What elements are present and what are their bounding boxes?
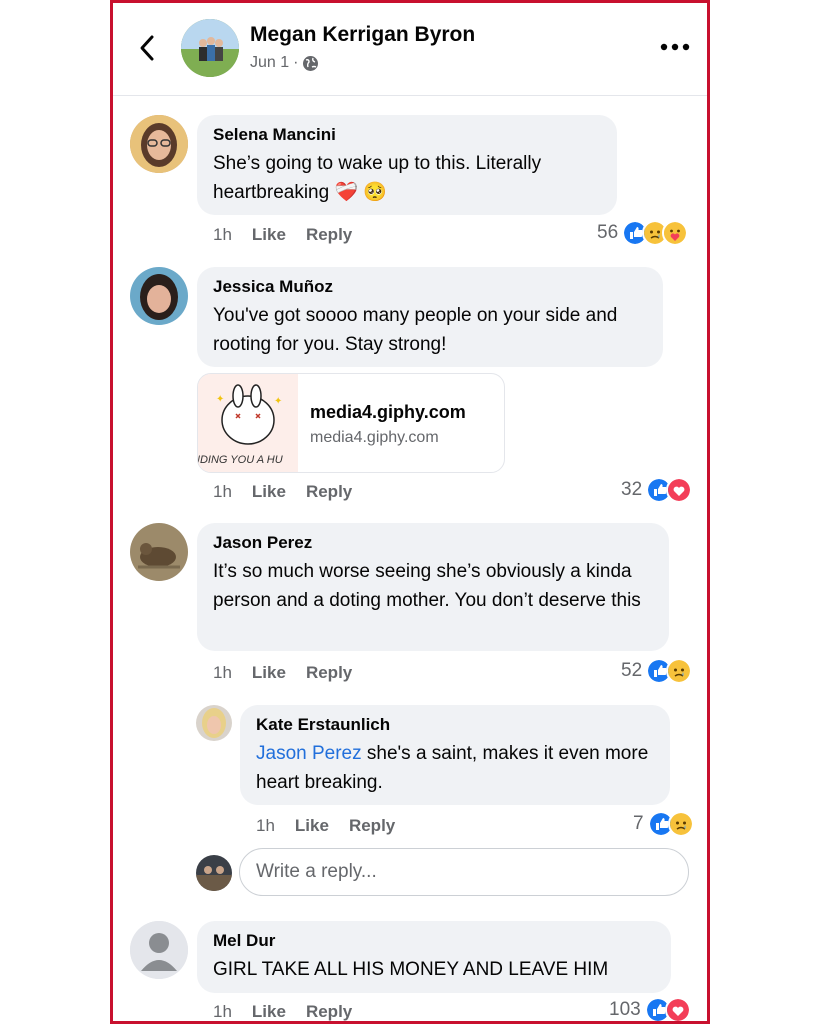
reaction-summary[interactable]: 7 <box>633 811 694 837</box>
post-meta: Jun 1 · <box>250 54 319 72</box>
reaction-count: 7 <box>633 813 644 834</box>
screenshot-frame: Megan Kerrigan Byron Jun 1 · Selena Manc… <box>110 0 710 1024</box>
comment-actions: 1h Like Reply <box>213 482 352 502</box>
comment-text: It’s so much worse seeing she’s obviousl… <box>213 561 641 611</box>
like-button[interactable]: Like <box>252 225 286 245</box>
comment-author[interactable]: Mel Dur <box>213 931 655 951</box>
reply-input[interactable]: Write a reply... <box>239 848 689 896</box>
gif-thumbnail: ✦ ✦ NDING YOU A HU <box>198 374 298 472</box>
comment-time[interactable]: 1h <box>213 482 232 502</box>
reply-button[interactable]: Reply <box>349 816 395 836</box>
reaction-count: 32 <box>621 479 643 500</box>
link-domain: media4.giphy.com <box>310 429 439 446</box>
reaction-summary[interactable]: 52 <box>621 658 693 684</box>
comment-actions: 1h Like Reply <box>213 225 352 245</box>
reply-button[interactable]: Reply <box>306 1002 352 1021</box>
gif-caption: NDING YOU A HU <box>197 454 283 466</box>
comment-bubble: Jason Perez It’s so much worse seeing sh… <box>197 523 669 651</box>
comment-time[interactable]: 1h <box>256 816 275 836</box>
care-icon <box>662 220 689 246</box>
comment-text: You've got soooo many people on your sid… <box>213 305 618 355</box>
like-button[interactable]: Like <box>252 663 286 683</box>
comment-bubble: Mel Dur GIRL TAKE ALL HIS MONEY AND LEAV… <box>197 921 671 993</box>
meta-separator: · <box>293 54 299 71</box>
comment-text: GIRL TAKE ALL HIS MONEY AND LEAVE HIM <box>213 959 609 980</box>
commenter-avatar[interactable] <box>130 115 188 173</box>
comment-author[interactable]: Selena Mancini <box>213 125 601 145</box>
mention-link[interactable]: Jason Perez <box>256 743 362 764</box>
like-button[interactable]: Like <box>252 1002 286 1021</box>
comment-time[interactable]: 1h <box>213 1002 232 1021</box>
post-header: Megan Kerrigan Byron Jun 1 · <box>113 3 707 96</box>
comment-actions: 1h Like Reply <box>256 816 395 836</box>
comment-bubble: Jessica Muñoz You've got soooo many peop… <box>197 267 663 367</box>
comment-bubble: Selena Mancini She’s going to wake up to… <box>197 115 617 215</box>
comment-time[interactable]: 1h <box>213 663 232 683</box>
comment-author[interactable]: Kate Erstaunlich <box>256 715 654 735</box>
reaction-summary[interactable]: 56 <box>597 220 689 246</box>
more-options-icon[interactable] <box>659 37 691 57</box>
reaction-count: 103 <box>609 999 641 1020</box>
comment-author[interactable]: Jason Perez <box>213 533 653 553</box>
reaction-summary[interactable]: 103 <box>609 997 691 1021</box>
my-avatar <box>196 855 232 891</box>
love-icon <box>666 477 693 503</box>
link-title[interactable]: media4.giphy.com <box>310 402 466 423</box>
comment-text: She’s going to wake up to this. Literall… <box>213 153 542 203</box>
comment-text: Jason Perez she's a saint, makes it even… <box>256 739 654 797</box>
reply-bubble: Kate Erstaunlich Jason Perez she's a sai… <box>240 705 670 805</box>
author-avatar[interactable] <box>181 19 239 77</box>
like-button[interactable]: Like <box>295 816 329 836</box>
commenter-avatar[interactable] <box>130 523 188 581</box>
sad-icon <box>667 811 694 837</box>
comment-time[interactable]: 1h <box>213 225 232 245</box>
commenter-avatar[interactable] <box>130 267 188 325</box>
svg-text:✦: ✦ <box>274 396 282 407</box>
default-avatar-icon <box>130 921 188 979</box>
post-date[interactable]: Jun 1 <box>250 54 289 72</box>
reply-button[interactable]: Reply <box>306 482 352 502</box>
svg-text:✦: ✦ <box>216 394 224 405</box>
author-name[interactable]: Megan Kerrigan Byron <box>250 23 475 47</box>
like-button[interactable]: Like <box>252 482 286 502</box>
commenter-avatar[interactable] <box>130 921 188 979</box>
sad-icon <box>666 658 693 684</box>
reply-button[interactable]: Reply <box>306 663 352 683</box>
link-preview-card[interactable]: ✦ ✦ NDING YOU A HU media4.giphy.com medi… <box>197 373 505 473</box>
reply-button[interactable]: Reply <box>306 225 352 245</box>
comment-actions: 1h Like Reply <box>213 663 352 683</box>
back-arrow-icon[interactable] <box>135 33 159 63</box>
love-icon <box>664 997 691 1021</box>
globe-icon <box>303 55 319 71</box>
comment-author[interactable]: Jessica Muñoz <box>213 277 647 297</box>
comment-actions: 1h Like Reply <box>213 1002 352 1021</box>
reaction-count: 56 <box>597 222 619 243</box>
reaction-summary[interactable]: 32 <box>621 477 693 503</box>
reaction-count: 52 <box>621 660 643 681</box>
commenter-avatar[interactable] <box>196 705 232 741</box>
